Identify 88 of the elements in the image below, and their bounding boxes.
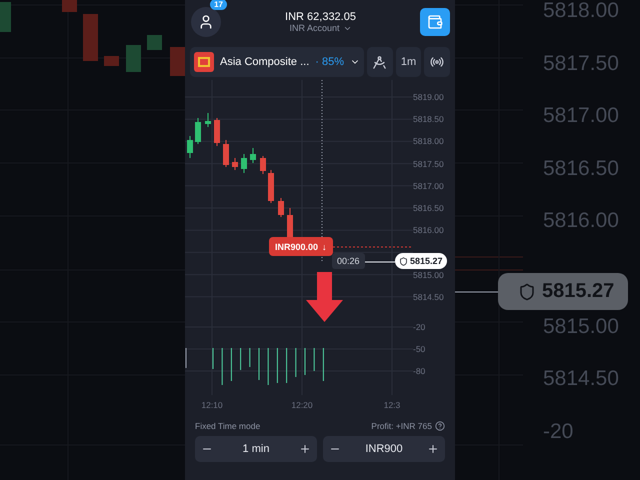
candle <box>0 2 11 32</box>
indicator-bar <box>314 348 315 372</box>
indicator-bar <box>230 348 232 382</box>
help-icon[interactable] <box>435 421 445 431</box>
wallet-icon <box>427 14 443 30</box>
price-tick: 5816.00 <box>543 210 619 234</box>
candle <box>223 140 229 168</box>
indicator-bar <box>249 348 250 368</box>
candle <box>104 56 119 66</box>
mode-label: Fixed Time mode <box>195 421 260 431</box>
price-tick: 5817.50 <box>543 52 619 77</box>
increase-button[interactable] <box>299 443 311 455</box>
price-tick: 5816.50 <box>413 202 445 215</box>
asset-selector[interactable]: Asia Composite ... · 85% <box>190 47 364 77</box>
candle <box>195 118 201 144</box>
duration-stepper[interactable]: 1 min <box>195 436 317 462</box>
payout-percent: · 85% <box>315 56 344 68</box>
price-tick: 5818.00 <box>413 135 445 148</box>
indicator-tick: -20 <box>543 420 574 445</box>
price-tick: 5817.50 <box>413 158 445 171</box>
down-arrow-icon <box>306 272 343 322</box>
time-tick: 12:10 <box>200 400 224 410</box>
indicator-bar <box>222 348 223 386</box>
drawing-tools-button[interactable] <box>367 47 393 77</box>
price-tick: 5814.50 <box>543 368 619 392</box>
candle <box>62 0 77 12</box>
candle <box>83 14 98 61</box>
asset-name: Asia Composite ... <box>220 56 310 68</box>
candle <box>278 198 284 218</box>
candle <box>260 156 266 174</box>
price-tick: 5814.50 <box>413 290 445 304</box>
compass-icon <box>372 54 388 70</box>
indicator-bar <box>295 348 296 378</box>
plus-icon <box>299 443 311 455</box>
price-tick: 5818.00 <box>543 0 619 24</box>
candle <box>187 136 193 158</box>
signals-button[interactable] <box>424 47 450 77</box>
current-price-label: 5815.27 <box>395 253 447 269</box>
indicator-bar <box>276 348 278 384</box>
candle <box>232 158 238 170</box>
price-tick: 5815.00 <box>413 268 445 282</box>
current-price-label: 5815.27 <box>498 273 628 310</box>
price-tick: 5818.50 <box>413 113 445 126</box>
indicator-bar <box>304 348 306 376</box>
candle <box>241 154 247 174</box>
price-tick: 5819.00 <box>413 91 445 104</box>
price-tick: 5816.50 <box>543 158 619 182</box>
candle <box>170 47 185 76</box>
indicator-bar <box>286 348 288 384</box>
indicator-bar <box>212 348 214 370</box>
candle <box>126 45 141 72</box>
profit-label: Profit: +INR 765 <box>371 421 432 431</box>
indicator-tick: -20 <box>413 320 426 334</box>
candle <box>147 35 162 50</box>
duration-value: 1 min <box>242 443 270 455</box>
indicator-bar <box>240 348 242 370</box>
amount-stepper[interactable]: INR900 <box>323 436 445 462</box>
shield-icon <box>518 282 536 300</box>
broadcast-icon <box>430 55 444 69</box>
time-tick: 12:20 <box>290 400 314 410</box>
trade-marker: INR900.00 ↓ <box>269 237 333 256</box>
timeframe-button[interactable]: 1m <box>396 47 422 77</box>
price-tick: 5817.00 <box>543 105 619 130</box>
profile-button[interactable] <box>191 7 221 37</box>
increase-button[interactable] <box>426 443 439 455</box>
indicator-tick: -50 <box>413 343 426 356</box>
user-icon <box>198 14 214 30</box>
price-tick: 5815.00 <box>543 316 619 340</box>
price-tick: 5817.00 <box>413 180 445 193</box>
indicator-bar <box>268 348 269 386</box>
candle <box>205 112 211 128</box>
indicator-bar <box>322 348 324 382</box>
countdown-timer: 00:26 <box>332 253 365 269</box>
account-selector[interactable]: INR Account <box>289 23 352 33</box>
time-tick: 12:3 <box>382 400 402 410</box>
candle <box>250 148 256 164</box>
indicator-tick: -80 <box>413 365 426 378</box>
plus-icon <box>426 443 439 455</box>
indicator-bar <box>258 348 260 380</box>
notification-badge: 17 <box>210 0 227 10</box>
amount-value: INR900 <box>365 443 403 455</box>
candle <box>268 170 274 204</box>
wallet-button[interactable] <box>420 8 450 36</box>
price-tick: 5816.00 <box>413 224 445 238</box>
balance-amount: INR 62,332.05 <box>285 11 356 23</box>
candle <box>214 118 220 146</box>
shield-icon <box>399 256 408 266</box>
flag-icon <box>194 52 214 72</box>
